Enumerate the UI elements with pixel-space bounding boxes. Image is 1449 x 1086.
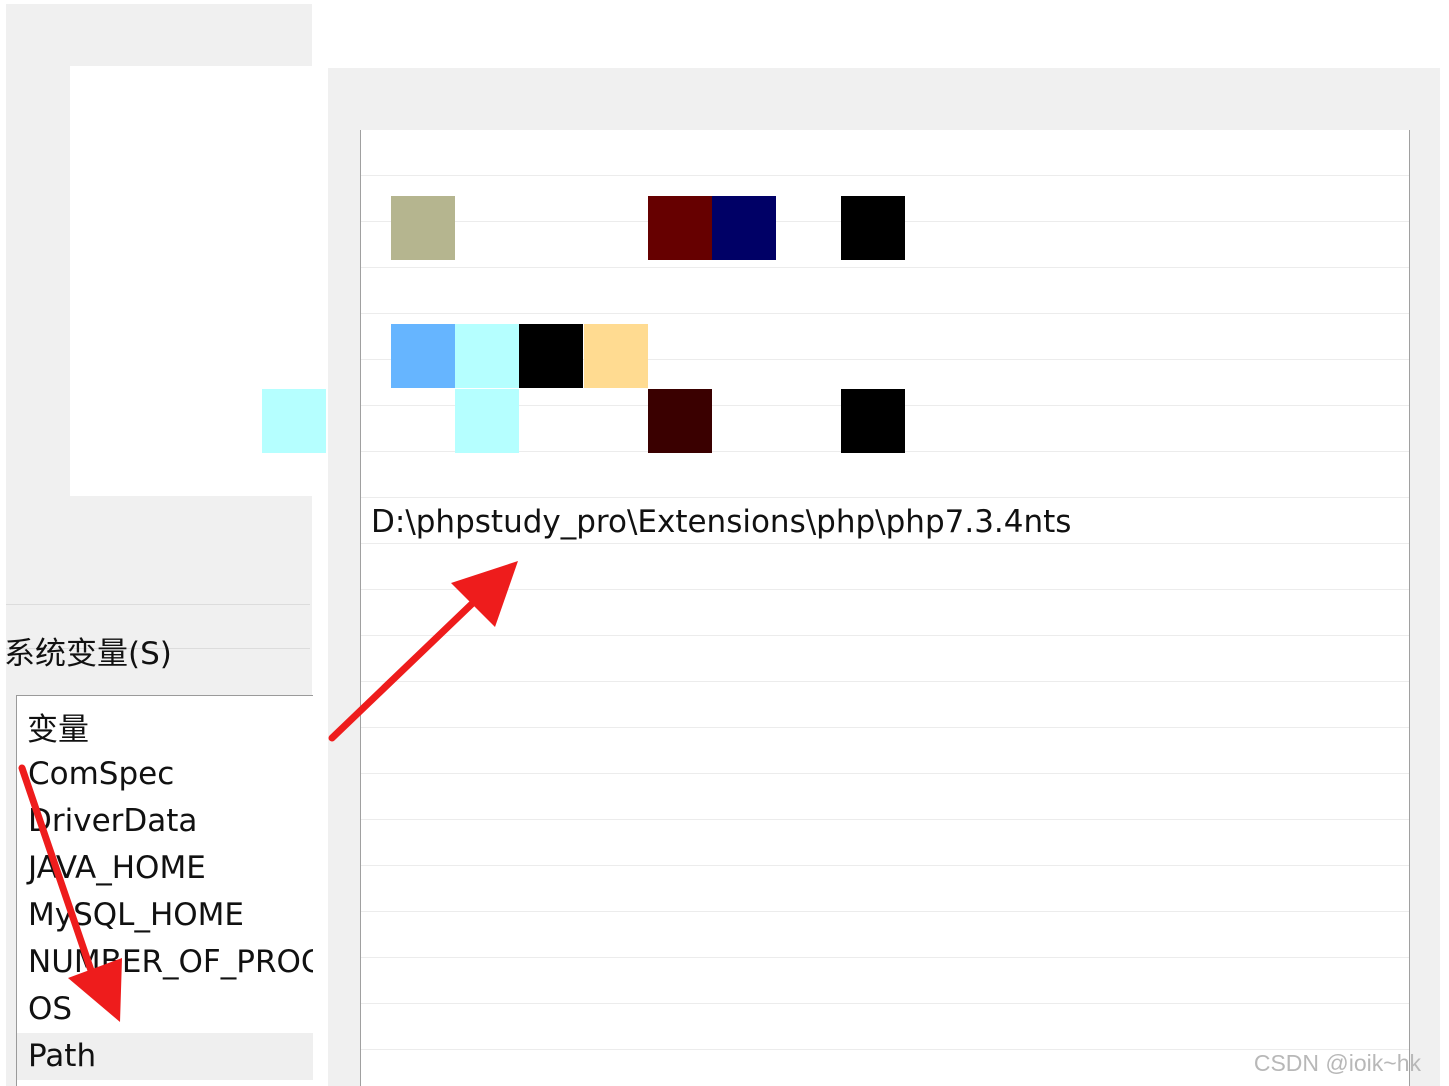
path-entry[interactable] bbox=[361, 682, 1409, 728]
path-entry[interactable] bbox=[361, 268, 1409, 314]
variable-column-header[interactable]: 变量 bbox=[27, 704, 89, 749]
path-entry[interactable] bbox=[361, 636, 1409, 682]
redaction-block bbox=[519, 324, 583, 388]
path-entry[interactable] bbox=[361, 774, 1409, 820]
screenshot-stage: 系统变量(S) 变量 ComSpec DriverData JAVA_HOME … bbox=[0, 0, 1449, 1086]
list-item-comspec[interactable]: ComSpec bbox=[17, 751, 313, 798]
redaction-block bbox=[841, 196, 905, 260]
system-variables-list[interactable]: 变量 ComSpec DriverData JAVA_HOME MySQL_HO… bbox=[16, 695, 313, 1086]
path-entry[interactable] bbox=[361, 1004, 1409, 1050]
system-variables-label: 系统变量(S) bbox=[4, 636, 172, 672]
path-entry[interactable] bbox=[361, 728, 1409, 774]
redaction-block bbox=[648, 196, 712, 260]
redaction-block bbox=[712, 196, 776, 260]
path-entry[interactable] bbox=[361, 452, 1409, 498]
list-item-driverdata[interactable]: DriverData bbox=[17, 798, 313, 845]
path-entries-list[interactable]: D:\phpstudy_pro\Extensions\php\php7.3.4n… bbox=[360, 130, 1410, 1086]
path-entry[interactable] bbox=[361, 590, 1409, 636]
redaction-block bbox=[391, 324, 455, 388]
path-entry[interactable] bbox=[361, 820, 1409, 866]
path-entry[interactable] bbox=[361, 912, 1409, 958]
path-entry[interactable] bbox=[361, 1050, 1409, 1086]
path-entry[interactable] bbox=[361, 958, 1409, 1004]
path-entry[interactable] bbox=[361, 130, 1409, 176]
path-entry-new[interactable]: D:\phpstudy_pro\Extensions\php\php7.3.4n… bbox=[361, 498, 1409, 544]
path-entry[interactable] bbox=[361, 866, 1409, 912]
list-item-mysql-home[interactable]: MySQL_HOME bbox=[17, 892, 313, 939]
redaction-block bbox=[262, 389, 326, 453]
list-item-os[interactable]: OS bbox=[17, 986, 313, 1033]
watermark: CSDN @ioik~hk bbox=[1253, 1050, 1421, 1076]
list-item-number-of-processors[interactable]: NUMBER_OF_PROC bbox=[17, 939, 313, 986]
divider bbox=[6, 604, 310, 605]
redaction-block bbox=[584, 324, 648, 388]
list-item-path[interactable]: Path bbox=[17, 1033, 313, 1080]
redaction-block bbox=[648, 389, 712, 453]
list-item-java-home[interactable]: JAVA_HOME bbox=[17, 845, 313, 892]
path-entry[interactable] bbox=[361, 544, 1409, 590]
redaction-block bbox=[455, 324, 519, 388]
redaction-block bbox=[841, 389, 905, 453]
redaction-block bbox=[391, 196, 455, 260]
redaction-block bbox=[455, 389, 519, 453]
